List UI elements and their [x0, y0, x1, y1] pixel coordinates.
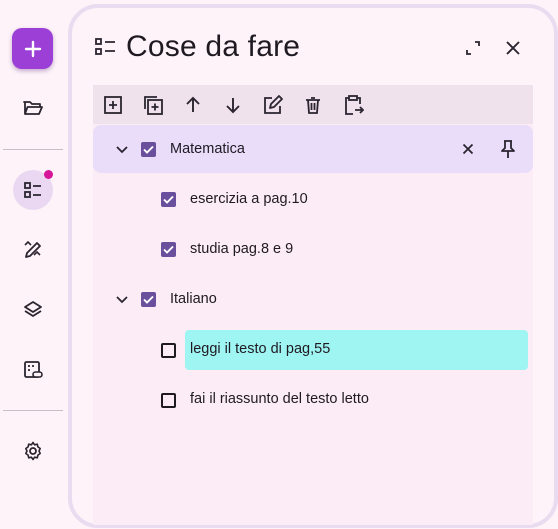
add-subtask-button[interactable] — [141, 93, 165, 117]
task-checkbox[interactable] — [161, 393, 176, 408]
rail-item-calendar[interactable] — [13, 350, 53, 390]
task-label: esercizia a pag.10 — [190, 191, 308, 207]
task-label: Italiano — [170, 291, 217, 307]
task-label: leggi il testo di pag,55 — [190, 341, 331, 357]
rail-item-tasks[interactable] — [13, 170, 53, 210]
close-button[interactable] — [501, 36, 525, 60]
edit-icon — [264, 95, 283, 114]
task-group-row[interactable]: Italiano — [93, 275, 533, 323]
gear-icon — [25, 441, 41, 461]
panel-title: Cose da fare — [126, 30, 301, 63]
add-task-button[interactable] — [101, 93, 125, 117]
task-label: fai il riassunto del testo letto — [190, 391, 369, 407]
close-icon — [462, 143, 474, 155]
chevron-down-icon[interactable] — [115, 143, 129, 157]
task-row[interactable]: studia pag.8 e 9 — [93, 225, 533, 273]
task-checkbox[interactable] — [141, 292, 156, 307]
layers-icon — [24, 301, 42, 317]
task-checkbox[interactable] — [161, 192, 176, 207]
rail-divider — [3, 149, 63, 150]
rail-item-layers[interactable] — [13, 290, 53, 330]
check-icon — [163, 195, 174, 204]
rail-item-settings[interactable] — [13, 431, 53, 471]
calendar-link-icon — [24, 361, 43, 378]
move-up-button[interactable] — [181, 93, 205, 117]
checklist-icon — [24, 182, 41, 198]
check-icon — [143, 295, 154, 304]
plus-icon — [24, 40, 41, 57]
folder-open-icon — [23, 101, 43, 115]
rail-divider — [3, 410, 63, 411]
pin-button[interactable] — [496, 137, 520, 161]
arrow-up-icon — [186, 96, 200, 112]
notification-badge — [44, 170, 53, 179]
add-fab-button[interactable] — [12, 28, 53, 69]
remove-group-button[interactable] — [456, 137, 480, 161]
chevron-down-icon[interactable] — [115, 293, 129, 307]
add-box-icon — [104, 96, 122, 114]
task-label: Matematica — [170, 141, 245, 157]
paste-button[interactable] — [341, 93, 365, 117]
task-checkbox[interactable] — [161, 343, 176, 358]
edit-button[interactable] — [261, 93, 285, 117]
checklist-icon — [95, 38, 115, 55]
delete-icon — [306, 97, 320, 114]
expand-icon — [466, 41, 480, 55]
rail-item-draw[interactable] — [13, 230, 53, 270]
task-row[interactable]: fai il riassunto del testo letto — [93, 375, 533, 423]
task-checkbox[interactable] — [141, 142, 156, 157]
task-row[interactable]: esercizia a pag.10 — [93, 175, 533, 223]
check-icon — [143, 145, 154, 154]
expand-button[interactable] — [461, 36, 485, 60]
paste-icon — [345, 95, 364, 115]
task-group-row[interactable]: Matematica — [93, 125, 533, 173]
rail-item-files[interactable] — [13, 88, 53, 128]
check-icon — [163, 245, 174, 254]
pen-ruler-icon — [24, 240, 41, 258]
navigation-rail — [0, 0, 66, 529]
arrow-down-icon — [226, 98, 240, 114]
duplicate-icon — [144, 96, 163, 115]
close-icon — [506, 41, 520, 55]
move-down-button[interactable] — [221, 93, 245, 117]
task-checkbox[interactable] — [161, 242, 176, 257]
task-row[interactable]: leggi il testo di pag,55 — [93, 325, 533, 373]
task-label: studia pag.8 e 9 — [190, 241, 294, 257]
delete-button[interactable] — [301, 93, 325, 117]
pin-icon — [501, 140, 515, 158]
